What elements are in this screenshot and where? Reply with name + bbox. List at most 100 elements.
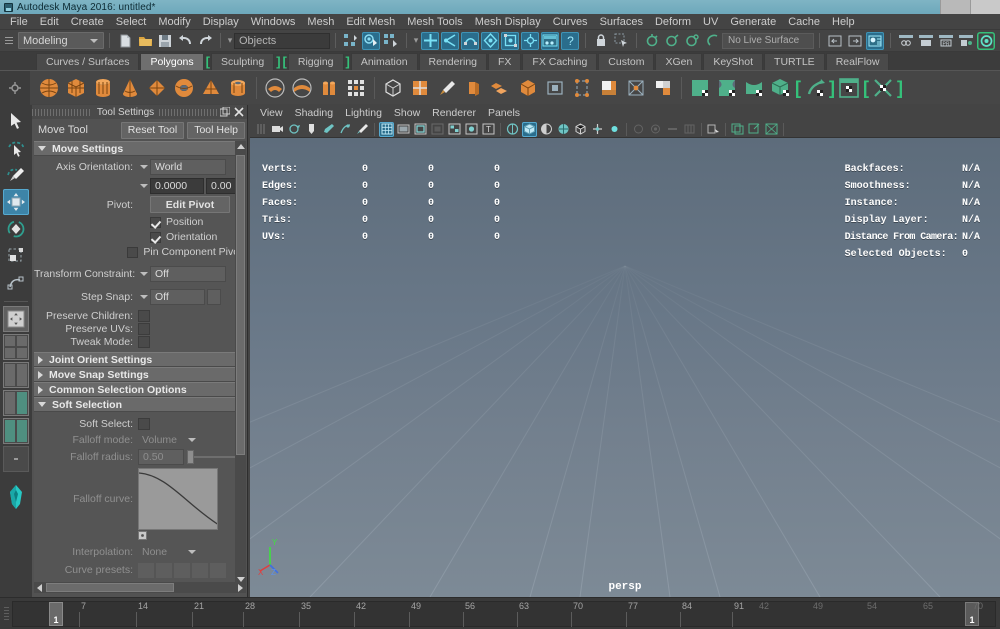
polygon-cylinder-icon[interactable]: [90, 75, 116, 101]
smooth-shade-flat-icon[interactable]: [556, 122, 571, 137]
shelf-item-bar[interactable]: [ ] [ ]: [0, 70, 1000, 104]
polygon-torus-icon[interactable]: [171, 75, 197, 101]
section-move-snap-settings[interactable]: Move Snap Settings: [34, 367, 246, 382]
select-tool-icon[interactable]: [3, 108, 29, 134]
exposure-icon[interactable]: [464, 122, 479, 137]
axis-value-x[interactable]: 0.0000: [150, 178, 204, 194]
camera-attributes-icon[interactable]: [270, 122, 285, 137]
tool-settings-panel-icon[interactable]: PR: [937, 32, 955, 50]
scroll-up-arrow-icon[interactable]: [237, 144, 245, 149]
time-slider[interactable]: 1 1 71421283542495663707784914249546570: [0, 597, 1000, 629]
viewport-menu-show[interactable]: Show: [388, 105, 426, 121]
tool-settings-panel[interactable]: Tool Settings Move Tool Reset Tool Tool …: [32, 105, 248, 597]
snap-curve-icon[interactable]: [441, 32, 459, 50]
selection-constraint-icon[interactable]: [612, 32, 630, 50]
snap-make-live-icon[interactable]: [521, 32, 539, 50]
persp-graph-editor-icon[interactable]: [3, 418, 29, 444]
combine-icon[interactable]: [316, 75, 342, 101]
uv-cylindrical-icon[interactable]: [714, 75, 740, 101]
maya-render-view-icon[interactable]: [977, 32, 995, 50]
minimize-button[interactable]: [940, 0, 970, 14]
snap-grid-icon[interactable]: [421, 32, 439, 50]
pin-component-pivot-row[interactable]: Pin Component Pivot: [34, 245, 246, 259]
orientation-row[interactable]: Orientation: [34, 230, 246, 244]
shelf-tab-sculpting[interactable]: Sculpting: [211, 53, 274, 70]
falloff-curve-widget[interactable]: [138, 468, 218, 530]
panel-tearoff-icon[interactable]: [747, 122, 762, 137]
section-move-settings[interactable]: Move Settings: [34, 141, 246, 156]
tool-box[interactable]: [0, 105, 32, 597]
soft-select-checkbox[interactable]: [138, 418, 150, 430]
viewport-menu-lighting[interactable]: Lighting: [339, 105, 388, 121]
two-pane-side-by-side-icon[interactable]: [3, 362, 29, 388]
screen-space-ao-icon[interactable]: [648, 122, 663, 137]
menu-item-help[interactable]: Help: [826, 14, 861, 30]
bevel-icon[interactable]: [488, 75, 514, 101]
rotate-tool-icon[interactable]: [3, 216, 29, 242]
viewport-menu-bar[interactable]: View Shading Lighting Show Renderer Pane…: [250, 105, 1000, 121]
select-component-icon[interactable]: [382, 32, 400, 50]
menu-item-windows[interactable]: Windows: [245, 14, 302, 30]
add-divisions-icon[interactable]: [407, 75, 433, 101]
scroll-left-arrow-icon[interactable]: [37, 584, 42, 592]
shelf[interactable]: Curves / Surfaces Polygons [ Sculpting ]…: [0, 52, 1000, 104]
extrude-icon[interactable]: [461, 75, 487, 101]
menu-item-create[interactable]: Create: [65, 14, 110, 30]
attribute-editor-icon[interactable]: [866, 32, 884, 50]
window-controls[interactable]: [940, 0, 1000, 14]
tool-settings-horizontal-scrollbar[interactable]: [34, 582, 246, 593]
uv-spherical-icon[interactable]: [741, 75, 767, 101]
menu-item-display[interactable]: Display: [197, 14, 245, 30]
move-tool-icon[interactable]: [3, 189, 29, 215]
menu-item-curves[interactable]: Curves: [547, 14, 594, 30]
shelf-tab-rigging[interactable]: Rigging: [288, 53, 344, 70]
undock-icon[interactable]: [219, 106, 231, 118]
shelf-tab-custom[interactable]: Custom: [598, 53, 654, 70]
shelf-tab-rendering[interactable]: Rendering: [419, 53, 487, 70]
lasso-select-tool-icon[interactable]: [3, 135, 29, 161]
polygon-cube-icon[interactable]: [63, 75, 89, 101]
tool-settings-scroll-area[interactable]: Move Settings Axis Orientation: World 0.…: [34, 141, 246, 585]
show-hide-editors-icon[interactable]: [957, 32, 975, 50]
edit-pivot-button[interactable]: Edit Pivot: [150, 196, 230, 213]
menu-item-edit[interactable]: Edit: [34, 14, 65, 30]
menu-item-mesh-tools[interactable]: Mesh Tools: [401, 14, 468, 30]
uv-editor-icon[interactable]: [836, 75, 862, 101]
falloff-curve-handle-row[interactable]: [34, 531, 246, 539]
wireframe-on-shaded-icon[interactable]: [573, 122, 588, 137]
render-current-frame-icon[interactable]: [663, 32, 681, 50]
camera-bookmarks-icon[interactable]: [287, 122, 302, 137]
open-scene-icon[interactable]: [136, 32, 154, 50]
viewport-menu-view[interactable]: View: [254, 105, 289, 121]
snap-view-plane-icon[interactable]: [501, 32, 519, 50]
transform-constraint-row[interactable]: Transform Constraint: Off: [34, 265, 246, 282]
polygon-sphere-icon[interactable]: [36, 75, 62, 101]
booleans-difference-icon[interactable]: [289, 75, 315, 101]
axis-values-row[interactable]: 0.0000 0.00: [34, 177, 246, 194]
snap-projected-center-icon[interactable]: [481, 32, 499, 50]
shelf-items[interactable]: [ ] [ ]: [36, 75, 903, 101]
status-line-handle[interactable]: [2, 32, 16, 50]
sidebar-show-left-icon[interactable]: [826, 32, 844, 50]
transform-constraint-value[interactable]: Off: [150, 266, 226, 282]
undo-icon[interactable]: [176, 32, 194, 50]
sculpt-tool-icon[interactable]: [434, 75, 460, 101]
shelf-tab-keyshot[interactable]: KeyShot: [703, 53, 763, 70]
shelf-tab-xgen[interactable]: XGen: [655, 53, 702, 70]
construction-history-icon[interactable]: [541, 32, 559, 50]
status-line[interactable]: Modeling ▾ Objects: [0, 30, 1000, 52]
panel-copy-icon[interactable]: [730, 122, 745, 137]
isolate-select-icon[interactable]: [706, 122, 721, 137]
lock-icon[interactable]: [592, 32, 610, 50]
smooth-icon[interactable]: [380, 75, 406, 101]
new-scene-icon[interactable]: [116, 32, 134, 50]
use-all-lights-icon[interactable]: [607, 122, 622, 137]
orientation-checkbox[interactable]: [150, 232, 161, 243]
time-slider-track[interactable]: 1 1 71421283542495663707784914249546570: [12, 601, 996, 627]
viewport-canvas[interactable]: Verts: 0 0 0 Edges: 0 0 0 Faces: 0 0: [250, 138, 1000, 597]
shadows-icon[interactable]: [631, 122, 646, 137]
position-row[interactable]: Position: [34, 215, 246, 229]
channel-box-layer-editor-icon[interactable]: [897, 32, 915, 50]
two-d-pan-zoom-icon[interactable]: [321, 122, 336, 137]
section-common-selection-options[interactable]: Common Selection Options: [34, 382, 246, 397]
